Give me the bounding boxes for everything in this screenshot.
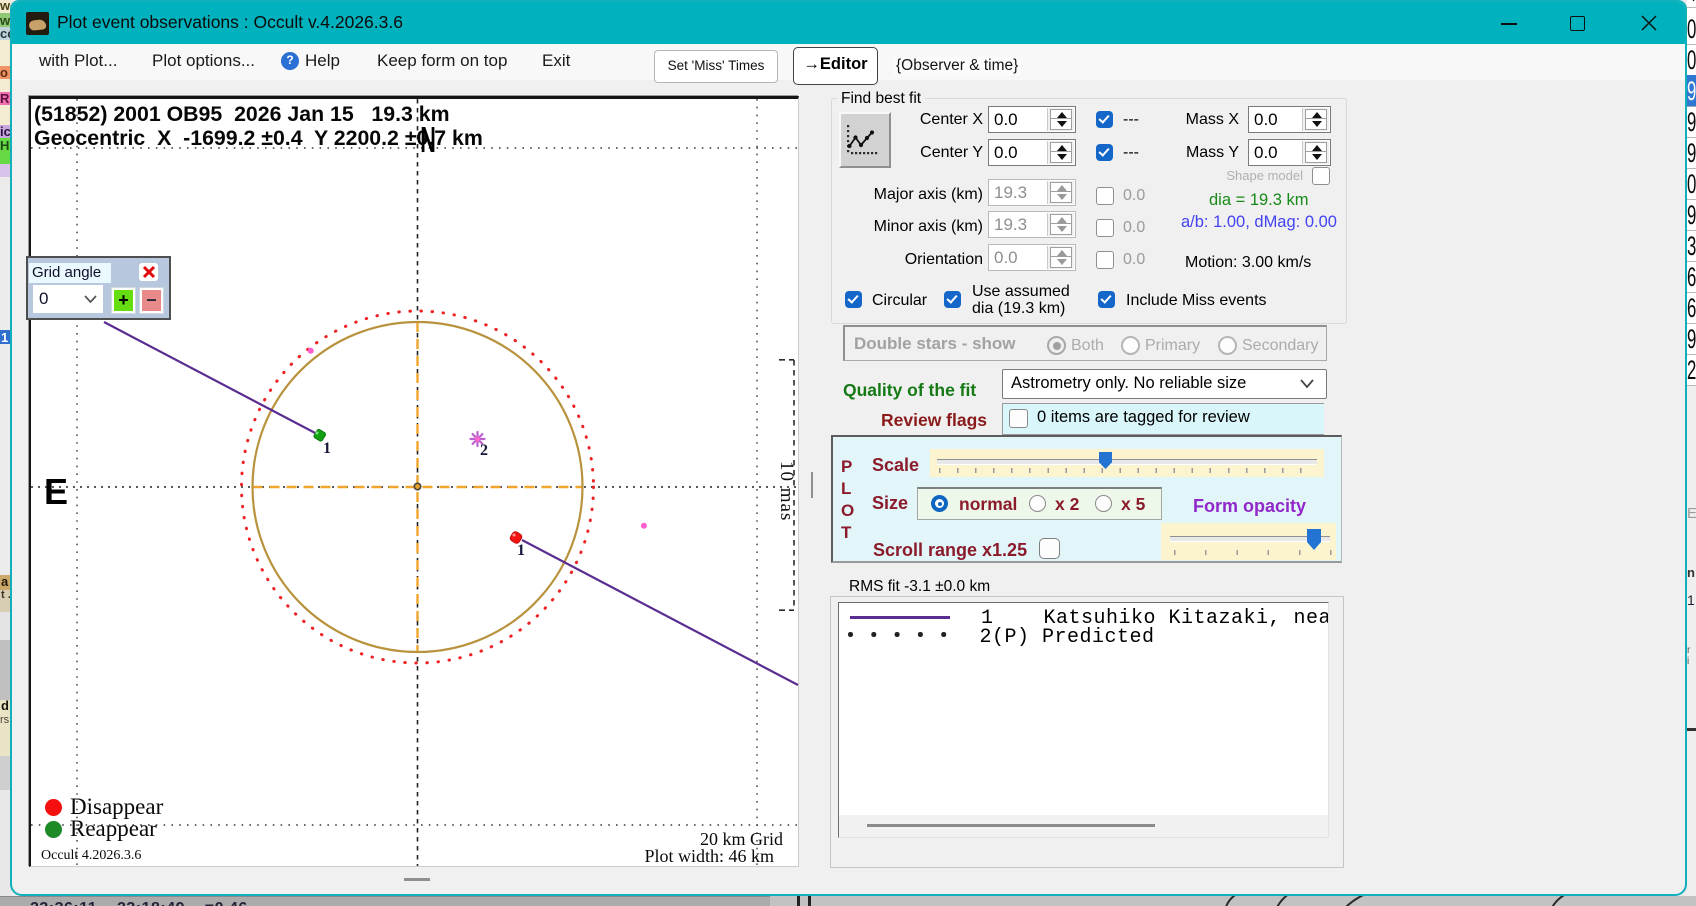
svg-text:2: 2 — [480, 442, 488, 459]
svg-text:1: 1 — [517, 542, 525, 559]
svg-text:1: 1 — [323, 440, 331, 457]
svg-text:10 mas: 10 mas — [776, 461, 797, 521]
